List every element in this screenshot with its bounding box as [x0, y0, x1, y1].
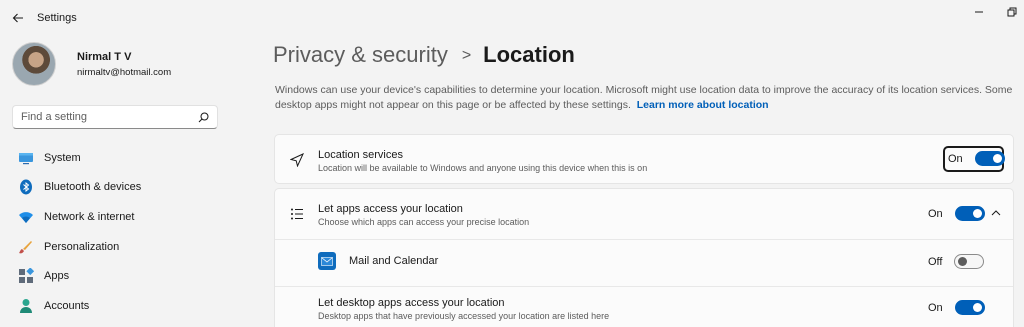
list-icon	[289, 206, 305, 222]
accounts-icon	[18, 298, 34, 314]
location-services-toggle-group[interactable]: On	[948, 151, 1005, 166]
apps-access-toggle-group[interactable]: On	[928, 206, 985, 221]
desktop-apps-subtitle: Desktop apps that have previously access…	[318, 311, 610, 321]
chevron-up-icon[interactable]	[990, 207, 1002, 219]
toggle-knob	[972, 209, 982, 218]
toggle-state-label: On	[928, 207, 943, 220]
breadcrumb-parent-link[interactable]: Privacy & security	[273, 42, 448, 68]
mail-calendar-title: Mail and Calendar	[349, 255, 439, 267]
breadcrumb-separator: >	[461, 47, 472, 64]
sidebar-item-label: Personalization	[44, 240, 120, 253]
minimize-icon	[975, 11, 983, 13]
apps-access-row[interactable]: Let apps access your location Choose whi…	[275, 189, 1013, 239]
sidebar-item-bluetooth[interactable]: Bluetooth & devices	[12, 173, 230, 203]
search-input[interactable]	[21, 111, 197, 123]
sidebar-item-apps[interactable]: Apps	[12, 261, 230, 291]
mail-calendar-toggle[interactable]	[954, 254, 985, 269]
location-services-title: Location services	[318, 149, 403, 161]
avatar	[12, 42, 56, 86]
system-icon	[18, 150, 34, 166]
breadcrumb: Privacy & security > Location	[273, 42, 575, 68]
desktop-apps-toggle-group[interactable]: On	[928, 300, 985, 315]
back-arrow-icon	[12, 13, 23, 23]
sidebar-item-label: Network & internet	[44, 210, 135, 223]
sidebar-item-label: Bluetooth & devices	[44, 181, 142, 194]
apps-access-subtitle: Choose which apps can access your precis…	[318, 217, 530, 227]
mail-calendar-toggle-group[interactable]: Off	[928, 254, 985, 269]
toggle-knob	[992, 154, 1002, 163]
apps-access-card: Let apps access your location Choose whi…	[274, 188, 1014, 327]
mail-calendar-row[interactable]: Mail and Calendar Off	[275, 240, 1013, 285]
title-bar: Settings	[0, 0, 1024, 36]
sidebar-item-personalization[interactable]: Personalization	[12, 232, 230, 262]
sidebar-item-label: Apps	[44, 270, 70, 283]
toggle-knob	[972, 303, 982, 312]
sidebar-item-label: System	[44, 151, 81, 164]
toggle-state-label: Off	[928, 255, 943, 268]
desktop-apps-row[interactable]: Let desktop apps access your location De…	[275, 287, 1013, 327]
profile-text: Nirmal T V nirmaltv@hotmail.com	[77, 51, 171, 78]
network-icon	[18, 209, 34, 225]
apps-access-title: Let apps access your location	[318, 203, 463, 215]
sidebar-item-accounts[interactable]: Accounts	[12, 291, 230, 321]
toggle-state-label: On	[928, 301, 943, 314]
sidebar-item-system[interactable]: System	[12, 143, 230, 173]
profile-email: nirmaltv@hotmail.com	[77, 66, 172, 78]
personalization-icon	[18, 239, 34, 255]
profile-name: Nirmal T V	[77, 50, 132, 63]
apps-icon	[18, 268, 34, 284]
sidebar-nav: System Bluetooth & devices Network & int…	[12, 143, 230, 321]
bluetooth-icon	[18, 179, 34, 195]
toggle-state-label: On	[948, 152, 963, 165]
page-description: Windows can use your device's capabiliti…	[275, 83, 1015, 112]
back-button[interactable]	[8, 8, 28, 28]
desktop-apps-toggle[interactable]	[954, 300, 985, 315]
location-services-subtitle: Location will be available to Windows an…	[318, 163, 648, 173]
mail-calendar-app-icon	[318, 252, 336, 270]
apps-access-toggle[interactable]	[954, 206, 985, 221]
user-profile[interactable]: Nirmal T V nirmaltv@hotmail.com	[12, 42, 171, 86]
restore-button[interactable]	[1003, 4, 1021, 20]
settings-window: Settings Nirmal T V nirmaltv@hotmail.com	[0, 0, 1024, 327]
learn-more-link[interactable]: Learn more about location	[637, 99, 769, 111]
sidebar-item-label: Accounts	[44, 299, 90, 312]
minimize-button[interactable]	[970, 4, 988, 20]
desktop-apps-title: Let desktop apps access your location	[318, 297, 505, 309]
app-title: Settings	[37, 12, 77, 24]
page-title: Location	[483, 42, 575, 67]
location-services-card[interactable]: Location services Location will be avail…	[274, 134, 1014, 184]
toggle-knob	[958, 257, 968, 266]
location-services-toggle[interactable]	[974, 151, 1005, 166]
search-box[interactable]	[12, 105, 218, 129]
search-icon[interactable]	[197, 111, 209, 123]
navigation-arrow-icon	[289, 152, 305, 168]
restore-icon	[1007, 7, 1017, 17]
sidebar-item-network[interactable]: Network & internet	[12, 202, 230, 232]
